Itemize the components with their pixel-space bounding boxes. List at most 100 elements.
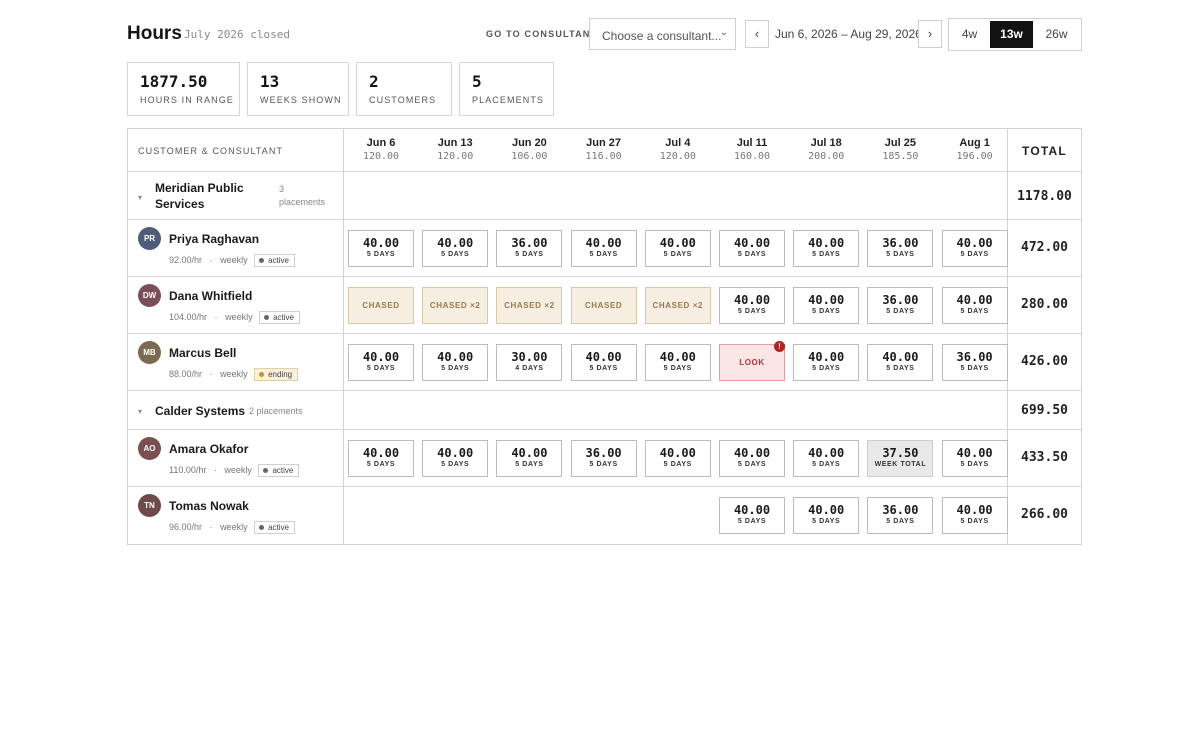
cell-hours: 36.00	[585, 446, 622, 460]
next-range-button[interactable]: ›	[918, 20, 942, 48]
hours-cell[interactable]: 40.00 5 DAYS	[941, 497, 1008, 534]
hours-cell[interactable]: 40.00 5 DAYS	[793, 440, 860, 477]
consultant-meta: 110.00/hr · weekly active	[169, 464, 300, 477]
consultant-meta: 88.00/hr · weekly ending	[169, 368, 299, 381]
hours-cell[interactable]: 40.00 5 DAYS	[793, 344, 860, 381]
placement-count: 2 placements	[249, 406, 303, 416]
customer-consultant-header: CUSTOMER & CONSULTANT	[138, 146, 284, 156]
cell-days: 5 DAYS	[663, 365, 692, 372]
consultant-name[interactable]: Dana Whitfield	[169, 289, 252, 303]
week-date: Aug 1	[959, 137, 990, 149]
customer-name[interactable]: Meridian Public Services	[155, 180, 244, 212]
cell-hours: 40.00	[585, 236, 622, 250]
hours-cell[interactable]: 36.00 5 DAYS	[867, 497, 934, 534]
hours-cell[interactable]: 40.00 5 DAYS	[644, 230, 711, 267]
page-title: Hours	[127, 23, 182, 44]
hours-cell[interactable]: 36.00 5 DAYS	[570, 440, 637, 477]
week-hours: 200.00	[808, 151, 845, 162]
consultant-name[interactable]: Amara Okafor	[169, 442, 248, 456]
goto-consultant-label: GO TO CONSULTANT	[486, 29, 598, 39]
cell-hours: 40.00	[956, 446, 993, 460]
chased-cell[interactable]: CHASED	[570, 287, 637, 324]
consultant-select[interactable]: Choose a consultant... ⌄	[589, 18, 736, 50]
week-date: Jul 11	[736, 137, 768, 149]
hours-cell[interactable]: 40.00 5 DAYS	[867, 344, 934, 381]
hours-cell[interactable]: 40.00 5 DAYS	[644, 344, 711, 381]
cell-status: CHASED	[362, 301, 400, 310]
span-4w-button[interactable]: 4w	[948, 21, 991, 48]
week-date: Jun 13	[437, 137, 473, 149]
stat-value: 13	[260, 72, 280, 91]
period-status: July 2026 closed	[184, 28, 290, 41]
cell-hours: 40.00	[362, 446, 400, 460]
consultant-name[interactable]: Priya Raghavan	[169, 232, 259, 246]
consultant-meta: 92.00/hr · weekly active	[169, 254, 295, 267]
cell-hours: 40.00	[808, 236, 845, 250]
hours-cell[interactable]: 40.00 5 DAYS	[570, 230, 637, 267]
consultant-name[interactable]: Tomas Nowak	[169, 499, 249, 513]
hours-cell[interactable]: 36.00 5 DAYS	[941, 344, 1008, 381]
hours-cell[interactable]: 40.00 5 DAYS	[644, 440, 711, 477]
consultant-meta: 104.00/hr · weekly active	[169, 311, 300, 324]
cell-hours: 30.00	[511, 350, 548, 364]
chased-cell[interactable]: CHASED	[348, 287, 414, 324]
hours-cell[interactable]: 40.00 5 DAYS	[570, 344, 637, 381]
hours-cell[interactable]: 40.00 5 DAYS	[496, 440, 563, 477]
status-badge: active	[254, 521, 295, 534]
week-date: Jun 6	[366, 137, 396, 149]
consultant-total: 266.00	[1021, 507, 1068, 522]
cell-hours: 40.00	[437, 236, 474, 250]
prev-range-button[interactable]: ‹	[745, 20, 769, 48]
cell-hours: 40.00	[733, 236, 771, 250]
hours-cell[interactable]: 40.00 5 DAYS	[941, 440, 1008, 477]
span-26w-button[interactable]: 26w	[1035, 21, 1078, 48]
cell-hours: 40.00	[659, 446, 696, 460]
week-date: Jul 18	[810, 137, 842, 149]
hours-cell[interactable]: 40.00 5 DAYS	[348, 230, 414, 267]
chased-cell[interactable]: CHASED ×2	[496, 287, 563, 324]
cell-status: CHASED ×2	[429, 301, 481, 310]
caret-down-icon[interactable]: ▾	[138, 407, 142, 416]
hours-cell[interactable]: 40.00 5 DAYS	[793, 497, 860, 534]
cell-days: 5 DAYS	[515, 461, 544, 468]
hours-cell[interactable]: 40.00 5 DAYS	[422, 230, 489, 267]
stat-hours-in-range: 1877.50 HOURS IN RANGE	[127, 62, 240, 116]
cell-hours: 40.00	[956, 503, 993, 517]
cell-status: CHASED ×2	[504, 301, 555, 310]
cell-hours: 36.00	[511, 236, 548, 250]
row-divider	[128, 390, 1081, 391]
hours-cell[interactable]: 40.00 5 DAYS	[719, 287, 785, 324]
consultant-total: 472.00	[1021, 240, 1068, 255]
chased-cell[interactable]: CHASED ×2	[644, 287, 711, 324]
hours-cell[interactable]: 36.00 5 DAYS	[867, 230, 934, 267]
hours-cell[interactable]: 40.00 5 DAYS	[793, 230, 860, 267]
customer-name[interactable]: Calder Systems	[155, 403, 245, 419]
hours-cell[interactable]: 40.00 5 DAYS	[422, 440, 489, 477]
consultant-name[interactable]: Marcus Bell	[169, 346, 236, 360]
alert-icon: !	[774, 341, 785, 352]
cell-days: 5 DAYS	[812, 365, 841, 372]
cell-days: 5 DAYS	[737, 308, 767, 315]
hours-cell[interactable]: 40.00 5 DAYS	[719, 497, 785, 534]
span-13w-button[interactable]: 13w	[990, 21, 1033, 48]
hours-cell[interactable]: 40.00 5 DAYS	[348, 344, 414, 381]
week-total-cell[interactable]: 37.50 WEEK TOTAL	[867, 440, 934, 477]
cell-days: 5 DAYS	[812, 461, 841, 468]
hours-cell[interactable]: 40.00 5 DAYS	[719, 230, 785, 267]
cell-days: 5 DAYS	[960, 461, 989, 468]
hours-cell[interactable]: 40.00 5 DAYS	[941, 287, 1008, 324]
hours-cell[interactable]: 30.00 4 DAYS	[496, 344, 563, 381]
hours-cell[interactable]: 40.00 5 DAYS	[422, 344, 489, 381]
look-cell[interactable]: LOOK!	[719, 341, 785, 381]
hours-cell[interactable]: 40.00 5 DAYS	[719, 440, 785, 477]
week-header: Aug 1 196.00	[938, 137, 1012, 162]
hours-cell[interactable]: 40.00 5 DAYS	[793, 287, 860, 324]
caret-down-icon[interactable]: ▾	[138, 193, 142, 202]
week-header: Jul 11 160.00	[715, 137, 789, 162]
hours-cell[interactable]: 40.00 5 DAYS	[348, 440, 414, 477]
hours-cell[interactable]: 36.00 5 DAYS	[496, 230, 563, 267]
hours-cell[interactable]: 36.00 5 DAYS	[867, 287, 934, 324]
chased-cell[interactable]: CHASED ×2	[422, 287, 489, 324]
cell-days: 5 DAYS	[960, 518, 989, 525]
hours-cell[interactable]: 40.00 5 DAYS	[941, 230, 1008, 267]
